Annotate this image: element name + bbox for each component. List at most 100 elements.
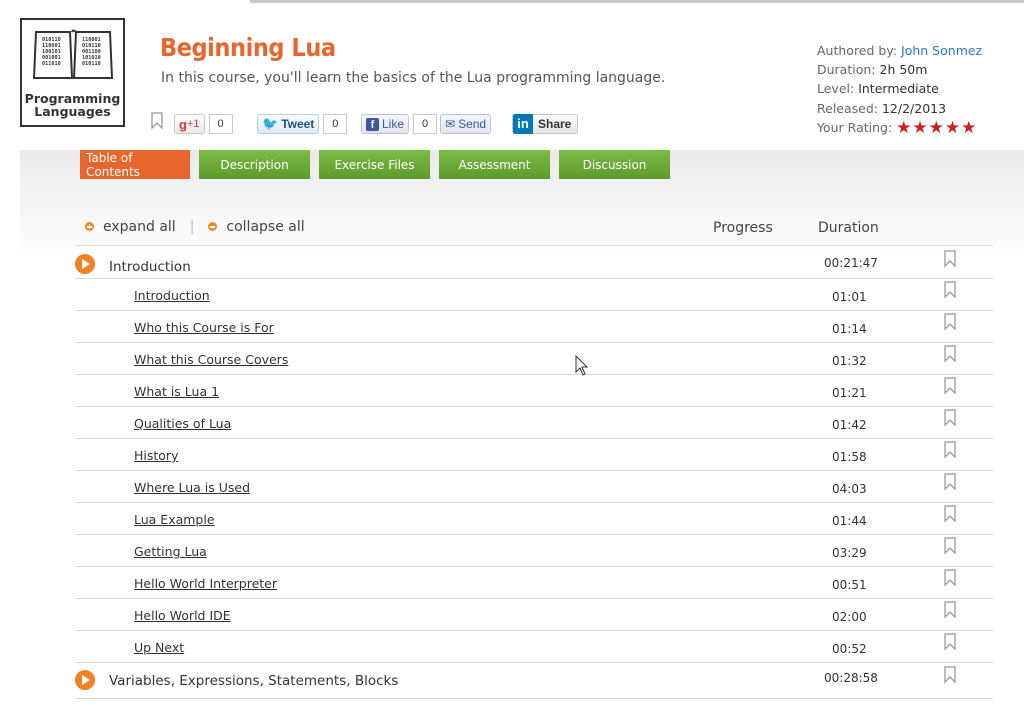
clip-title-link[interactable]: Getting Lua (134, 544, 207, 559)
clip-title-link[interactable]: Who this Course is For (134, 320, 274, 335)
bookmark-icon[interactable] (943, 345, 957, 363)
bookmark-icon[interactable] (150, 112, 164, 130)
bookmark-icon[interactable] (943, 441, 957, 459)
clip-title-link[interactable]: Hello World IDE (134, 608, 231, 623)
clip-title-link[interactable]: Up Next (134, 640, 184, 655)
duration-label: Duration: (817, 62, 876, 78)
gplus-widget: g +1 0 (174, 112, 233, 136)
gplus-g: g (179, 116, 187, 132)
clip-duration: 01:32 (832, 354, 867, 368)
module-title: Introduction (109, 259, 191, 275)
expand-all-button[interactable]: expand all (85, 219, 176, 235)
rating-stars[interactable]: ★★★★★ (896, 118, 977, 138)
bookmark-icon[interactable] (943, 505, 957, 523)
authored-label: Authored by: (817, 43, 898, 58)
facebook-widget: f Like 0 ✉ Send (361, 112, 492, 136)
clip-title-link[interactable]: Lua Example (134, 512, 215, 527)
clip-title-link[interactable]: Where Lua is Used (134, 480, 250, 495)
clip-duration: 01:14 (832, 322, 867, 336)
tab-table-of-contents[interactable]: Table of Contents (80, 150, 190, 179)
gplus-count: 0 (208, 114, 233, 134)
clip-row: Hello World Interpreter 00:51 (75, 567, 993, 599)
clip-duration: 02:00 (832, 610, 867, 624)
clip-title-link[interactable]: Qualities of Lua (134, 416, 231, 431)
clip-duration: 01:58 (832, 450, 867, 464)
content-panel: Table of Contents Description Exercise F… (20, 150, 1024, 716)
like-count: 0 (413, 114, 438, 134)
duration-value: 2h 50m (879, 62, 928, 78)
clip-row: Introduction 01:01 (75, 279, 993, 311)
tweet-count: 0 (323, 114, 348, 134)
clip-duration: 04:03 (832, 482, 867, 496)
clip-duration: 01:44 (832, 514, 867, 528)
expand-collapse-controls: expand all | collapse all (85, 219, 305, 235)
clip-duration: 01:01 (832, 290, 867, 304)
course-meta: Authored by: John Sonmez Duration: 2h 50… (817, 41, 982, 138)
module-duration: 00:28:58 (824, 671, 878, 685)
bookmark-icon[interactable] (943, 250, 957, 268)
clip-title-link[interactable]: What is Lua 1 (134, 384, 219, 399)
course-description: In this course, you'll learn the basics … (161, 70, 666, 86)
mouse-cursor-icon (575, 355, 589, 376)
author-link[interactable]: John Sonmez (901, 43, 982, 58)
play-icon[interactable] (75, 670, 95, 690)
bookmark-icon[interactable] (943, 537, 957, 555)
rating-label: Your Rating: (817, 119, 893, 135)
bookmark-icon[interactable] (943, 473, 957, 491)
level-value: Intermediate (858, 81, 939, 97)
clip-title-link[interactable]: Introduction (134, 288, 210, 303)
facebook-like-button[interactable]: f Like (361, 114, 410, 134)
linkedin-share-label: Share (538, 117, 572, 131)
bookmark-icon[interactable] (943, 666, 957, 684)
clip-duration: 01:42 (832, 418, 867, 432)
bookmark-icon[interactable] (943, 409, 957, 427)
book-binary-icon: 010110110001100101 001001011010 11000101… (32, 29, 114, 79)
level-label: Level: (817, 81, 855, 97)
play-icon[interactable] (75, 254, 95, 274)
module-row[interactable]: Variables, Expressions, Statements, Bloc… (75, 663, 993, 699)
category-logo[interactable]: 010110 110001 100101 001001 011010 110001 01… (20, 18, 125, 127)
clip-duration: 00:51 (832, 578, 867, 592)
module-title: Variables, Expressions, Statements, Bloc… (109, 673, 399, 689)
module-duration: 00:21:47 (824, 256, 878, 270)
top-border (250, 0, 1024, 3)
tweet-button[interactable]: 🐦 Tweet (257, 114, 320, 134)
gplus-button[interactable]: g +1 (174, 114, 205, 134)
controls-separator: | (189, 219, 195, 235)
bookmark-icon[interactable] (943, 633, 957, 651)
clip-row: What this Course Covers 01:32 (75, 343, 993, 375)
module-row[interactable]: Introduction 00:21:47 (75, 246, 993, 279)
bookmark-icon[interactable] (943, 313, 957, 331)
svg-text:011010: 011010 (42, 61, 61, 67)
tweet-label: Tweet (281, 117, 315, 131)
bookmark-icon[interactable] (943, 377, 957, 395)
toc-list: Introduction 00:21:47 Introduction 01:01 … (75, 245, 993, 699)
tab-exercise-files[interactable]: Exercise Files (319, 150, 430, 179)
bookmark-icon[interactable] (943, 569, 957, 587)
facebook-send-button[interactable]: ✉ Send (440, 114, 492, 134)
duration-header: Duration (818, 220, 879, 236)
released-label: Released: (817, 100, 878, 116)
linkedin-icon: in (513, 114, 533, 134)
clip-duration: 03:29 (832, 546, 867, 560)
clip-duration: 01:21 (832, 386, 867, 400)
clip-title-link[interactable]: Hello World Interpreter (134, 576, 277, 591)
tab-bar: Table of Contents Description Exercise F… (80, 150, 670, 179)
bookmark-icon[interactable] (943, 601, 957, 619)
tab-discussion[interactable]: Discussion (559, 150, 670, 179)
twitter-bird-icon: 🐦 (262, 116, 279, 131)
clip-row: Getting Lua 03:29 (75, 535, 993, 567)
bookmark-icon[interactable] (943, 281, 957, 299)
tab-description[interactable]: Description (199, 150, 310, 179)
expand-all-label: expand all (103, 219, 176, 235)
svg-text:010110: 010110 (82, 61, 101, 67)
collapse-all-button[interactable]: collapse all (208, 219, 305, 235)
progress-header: Progress (713, 220, 773, 236)
course-title: Beginning Lua (160, 33, 336, 62)
linkedin-share-button[interactable]: in Share (512, 114, 579, 134)
collapse-icon (208, 222, 218, 231)
clip-title-link[interactable]: What this Course Covers (134, 352, 288, 367)
clip-row: Lua Example 01:44 (75, 503, 993, 535)
clip-title-link[interactable]: History (134, 448, 178, 463)
tab-assessment[interactable]: Assessment (439, 150, 550, 179)
